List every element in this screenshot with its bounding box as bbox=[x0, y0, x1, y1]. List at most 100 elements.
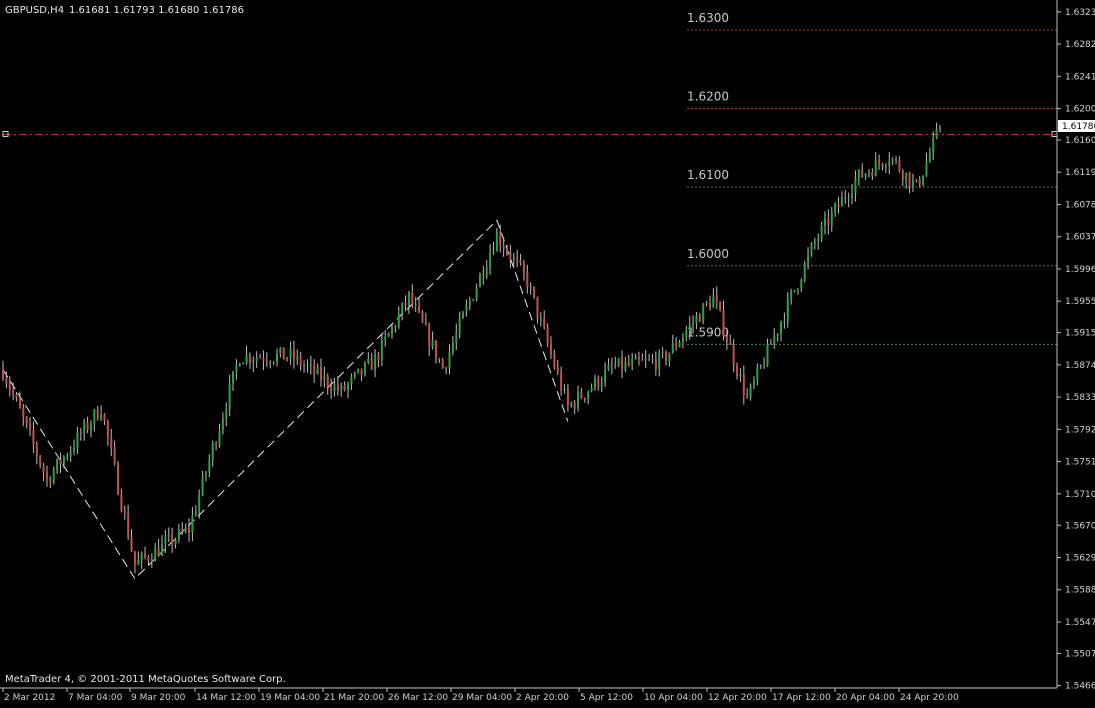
candle-body bbox=[485, 267, 488, 277]
candle-body bbox=[150, 560, 153, 562]
candle-body bbox=[62, 456, 65, 465]
candle-body bbox=[5, 378, 8, 384]
candle-body bbox=[847, 197, 850, 199]
candle-body bbox=[867, 172, 870, 174]
candle-body bbox=[556, 367, 559, 373]
candle-body bbox=[35, 444, 38, 457]
price-tick-label: 1.57510 bbox=[1065, 458, 1095, 468]
time-tick-label: 29 Mar 04:00 bbox=[452, 693, 512, 703]
candle-body bbox=[857, 169, 860, 179]
candle-body bbox=[15, 394, 18, 398]
candle-body bbox=[242, 362, 245, 365]
candle-body bbox=[468, 300, 471, 306]
candle-body bbox=[303, 365, 306, 367]
candle-body bbox=[462, 312, 465, 319]
candle-body bbox=[661, 352, 664, 354]
candle-body bbox=[756, 367, 759, 381]
candle-body bbox=[752, 380, 755, 385]
chart-area[interactable]: 1.63001.62001.61001.60001.5900 1.632301.… bbox=[0, 0, 1095, 704]
price-tick-label: 1.58740 bbox=[1065, 361, 1095, 371]
copyright-text: MetaTrader 4, © 2001-2011 MetaQuotes Sof… bbox=[5, 674, 286, 685]
candle-body bbox=[370, 358, 373, 370]
candle-body bbox=[110, 437, 113, 448]
level-label: 1.6200 bbox=[687, 90, 729, 104]
candle-body bbox=[593, 377, 596, 388]
candle-body bbox=[597, 377, 600, 387]
candle-body bbox=[631, 359, 634, 365]
candle-body bbox=[232, 371, 235, 384]
candle-body bbox=[181, 529, 184, 532]
candle-body bbox=[834, 203, 837, 213]
candle-body bbox=[712, 295, 715, 308]
candle-body bbox=[668, 352, 671, 362]
candle-body bbox=[566, 389, 569, 406]
candle-body bbox=[377, 354, 380, 361]
candle-body bbox=[475, 287, 478, 300]
candle-body bbox=[495, 231, 498, 252]
candle-body bbox=[817, 238, 820, 242]
candle-body bbox=[823, 218, 827, 226]
candle-body bbox=[177, 529, 180, 540]
candle-body bbox=[675, 342, 678, 347]
candle-body bbox=[147, 556, 150, 561]
candle-body bbox=[854, 178, 857, 194]
candle-body bbox=[560, 372, 563, 391]
candle bbox=[421, 309, 424, 323]
candle-body bbox=[539, 318, 542, 320]
candle-body bbox=[133, 551, 136, 565]
candle-body bbox=[174, 539, 177, 545]
candle-body bbox=[86, 422, 89, 430]
candle-body bbox=[39, 456, 42, 466]
candle-body bbox=[211, 444, 214, 460]
candle-body bbox=[418, 305, 421, 312]
candle-body bbox=[465, 305, 468, 313]
price-tick-label: 1.57100 bbox=[1065, 490, 1095, 500]
candle-body bbox=[374, 354, 377, 370]
candle-body bbox=[404, 302, 407, 306]
candle-body bbox=[428, 324, 431, 348]
candle-body bbox=[911, 180, 914, 187]
candle-body bbox=[289, 348, 292, 358]
time-tick-label: 12 Apr 20:00 bbox=[708, 693, 767, 703]
candle-body bbox=[154, 547, 157, 562]
candle-body bbox=[127, 513, 130, 538]
candle-body bbox=[286, 357, 289, 360]
candle-body bbox=[296, 355, 299, 360]
candle-body bbox=[925, 161, 928, 176]
candle-body bbox=[830, 212, 833, 226]
price-tick-label: 1.57920 bbox=[1065, 425, 1095, 435]
candle-body bbox=[171, 534, 174, 545]
candle-body bbox=[221, 418, 224, 431]
candle-body bbox=[553, 354, 556, 368]
candle-body bbox=[434, 340, 437, 360]
price-chart[interactable]: 1.63001.62001.61001.60001.5900 1.632301.… bbox=[0, 0, 1095, 704]
candle-body bbox=[627, 362, 630, 365]
candle-body bbox=[499, 231, 502, 246]
candle-body bbox=[641, 359, 644, 361]
price-tick-label: 1.55470 bbox=[1065, 618, 1095, 628]
price-tick-label: 1.63230 bbox=[1065, 8, 1095, 18]
candle-body bbox=[719, 301, 722, 310]
candle-body bbox=[93, 409, 96, 424]
candle-body bbox=[800, 280, 803, 289]
candle-body bbox=[445, 367, 448, 369]
candle-body bbox=[715, 295, 718, 302]
time-tick-label: 20 Apr 04:00 bbox=[836, 693, 895, 703]
candle-body bbox=[888, 161, 891, 166]
candle-body bbox=[692, 323, 695, 325]
candle-body bbox=[441, 359, 444, 369]
candle-body bbox=[905, 172, 908, 180]
candle-body bbox=[259, 357, 262, 359]
candle-body bbox=[397, 313, 400, 327]
candle-body bbox=[390, 326, 394, 334]
candle-body bbox=[350, 376, 353, 384]
candle-body bbox=[725, 335, 728, 343]
candle-body bbox=[695, 315, 698, 324]
candle-body bbox=[22, 408, 25, 418]
candle-body bbox=[106, 420, 109, 438]
candle-body bbox=[245, 354, 248, 363]
candle-body bbox=[928, 153, 931, 162]
candle-body bbox=[76, 432, 79, 449]
candle-body bbox=[502, 245, 505, 250]
candle-body bbox=[891, 158, 894, 162]
